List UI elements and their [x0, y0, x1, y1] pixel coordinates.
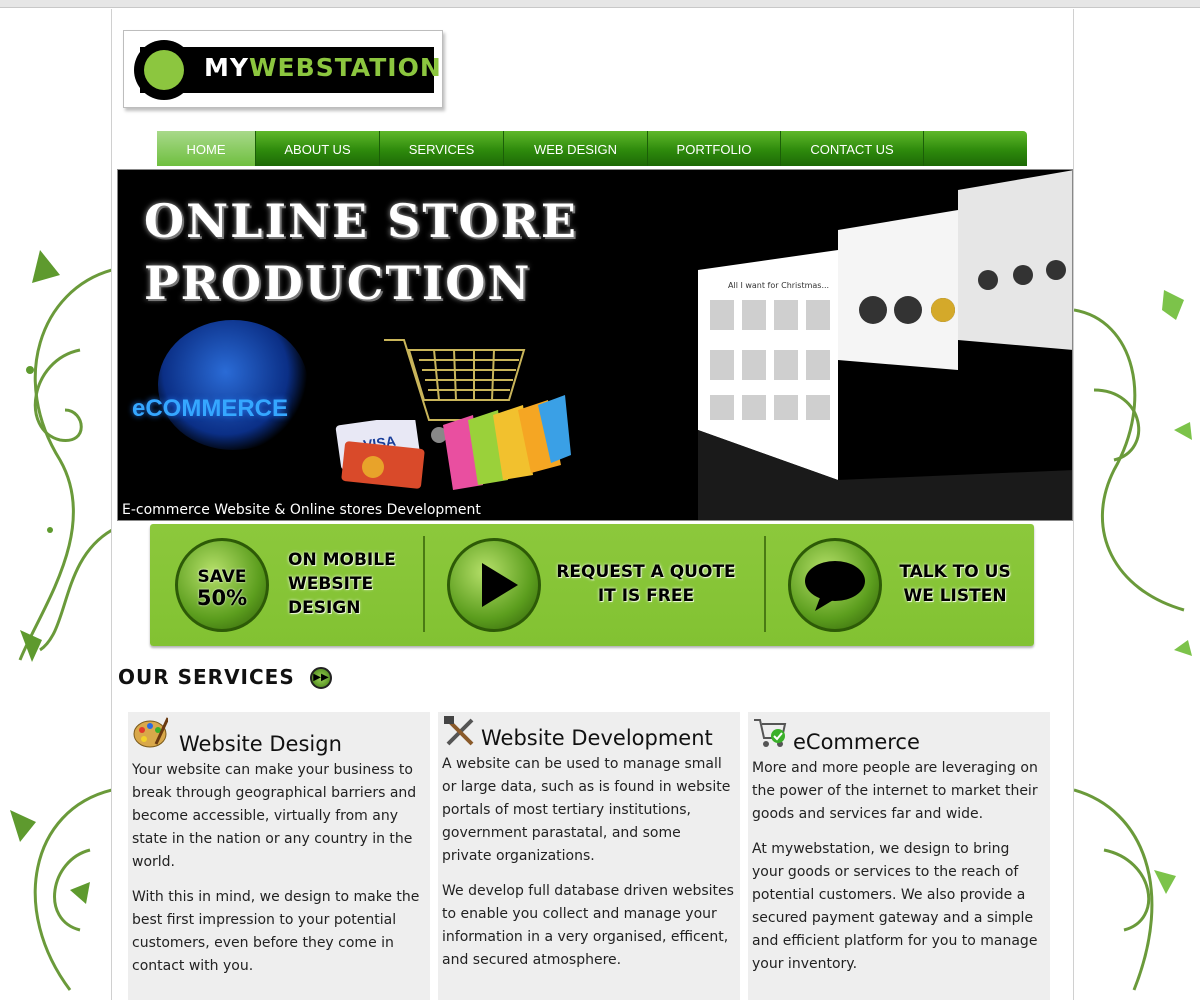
nav-item-contact-us[interactable]: CONTACT US: [781, 131, 924, 166]
shopping-bags-image: [443, 395, 571, 490]
banner-title-line2: PRODUCTION: [144, 256, 532, 310]
play-button-icon[interactable]: [447, 538, 541, 632]
logo-ring: [134, 40, 194, 100]
save-badge-text: SAVE 50%: [178, 568, 266, 610]
quote-line2: IT IS FREE: [597, 586, 695, 606]
mobile-line1: ON MOBILE: [288, 550, 396, 570]
browser-top-strip: [0, 0, 1200, 8]
logo-text-webstation: WEBSTATION: [248, 53, 442, 82]
ecommerce-label: eCOMMERCE: [132, 395, 289, 422]
store-screenshots-image: All I want for Christmas...: [698, 170, 1072, 520]
save-badge[interactable]: SAVE 50%: [175, 538, 269, 632]
talk-to-us-link[interactable]: TALK TO US WE LISTEN: [892, 560, 1018, 608]
service-paragraph: We develop full database driven websites…: [442, 883, 734, 968]
service-paragraph: Your website can make your business to b…: [132, 762, 417, 870]
shopping-cart-icon: [754, 719, 787, 747]
service-card-website-development: Website Development A website can be use…: [438, 712, 740, 1000]
speech-bubble-icon[interactable]: [788, 538, 882, 632]
nav-item-home[interactable]: HOME: [157, 131, 256, 166]
save-label: SAVE: [197, 567, 247, 587]
promo-divider: [423, 536, 425, 632]
fast-forward-icon[interactable]: ▶▶: [310, 667, 332, 689]
nav-item-portfolio[interactable]: PORTFOLIO: [648, 131, 781, 166]
service-title: eCommerce: [793, 730, 920, 754]
globe-image: [158, 320, 308, 450]
nav-item-services[interactable]: SERVICES: [380, 131, 504, 166]
talk-line2: WE LISTEN: [903, 586, 1007, 606]
floral-decoration-left: [0, 230, 112, 1000]
service-paragraph: At mywebstation, we design to bring your…: [752, 841, 1038, 972]
services-heading: OUR SERVICES: [118, 665, 295, 689]
service-card-website-design: Website Design Your website can make you…: [128, 712, 430, 1000]
service-title: Website Development: [481, 726, 713, 750]
service-description: More and more people are leveraging on t…: [752, 757, 1044, 976]
nav-item-web-design[interactable]: WEB DESIGN: [504, 131, 648, 166]
save-percent: 50%: [196, 586, 248, 610]
service-paragraph: With this in mind, we design to make the…: [132, 889, 420, 974]
promo-strip: SAVE 50% ON MOBILE WEBSITE DESIGN REQUES…: [150, 524, 1034, 646]
mobile-line3: DESIGN: [288, 598, 361, 618]
nav-item-about-us[interactable]: ABOUT US: [256, 131, 380, 166]
mobile-design-text[interactable]: ON MOBILE WEBSITE DESIGN: [288, 548, 396, 620]
service-description: A website can be used to manage small or…: [442, 753, 734, 972]
service-title: Website Design: [179, 732, 342, 756]
promo-divider: [764, 536, 766, 632]
banner-title-line1: ONLINE STORE: [144, 194, 578, 248]
logo-dot: [144, 50, 184, 90]
service-description: Your website can make your business to b…: [132, 759, 424, 978]
service-card-ecommerce: eCommerce More and more people are lever…: [748, 712, 1050, 1000]
banner-caption: E-commerce Website & Online stores Devel…: [118, 500, 485, 520]
site-logo[interactable]: MYWEBSTATION: [123, 30, 443, 108]
palette-icon: [133, 717, 168, 748]
service-paragraph: More and more people are leveraging on t…: [752, 760, 1038, 822]
tools-icon: [444, 716, 474, 746]
service-paragraph: A website can be used to manage small or…: [442, 756, 731, 864]
logo-text-my: MY: [204, 53, 249, 82]
mobile-line2: WEBSITE: [288, 574, 374, 594]
main-nav: HOME ABOUT US SERVICES WEB DESIGN PORTFO…: [157, 131, 1027, 166]
logo-text: MYWEBSTATION: [204, 53, 442, 82]
talk-line1: TALK TO US: [899, 562, 1011, 582]
request-quote-link[interactable]: REQUEST A QUOTE IT IS FREE: [550, 560, 742, 608]
floral-decoration-right: [1074, 230, 1200, 1000]
quote-line1: REQUEST A QUOTE: [556, 562, 736, 582]
hero-banner[interactable]: ONLINE STORE PRODUCTION eCOMMERCE VISA A…: [117, 169, 1073, 521]
store-screen-heading: All I want for Christmas...: [728, 281, 829, 290]
page-container: MYWEBSTATION HOME ABOUT US SERVICES WEB …: [111, 9, 1074, 1000]
credit-cards-image: VISA: [335, 420, 425, 489]
